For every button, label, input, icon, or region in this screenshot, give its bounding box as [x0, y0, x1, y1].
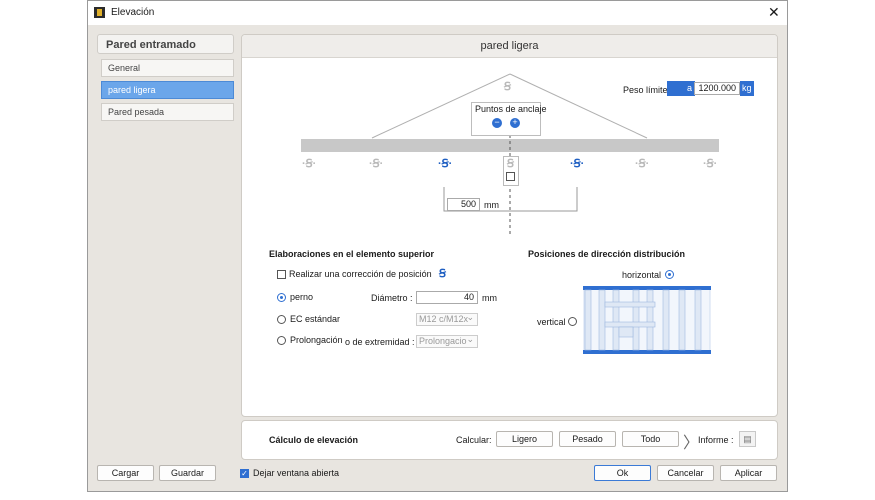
anchor-points-label: Puntos de anclaje [475, 104, 547, 114]
direction-section-title: Posiciones de dirección distribución [528, 249, 686, 259]
main-panel-title: pared ligera [480, 40, 539, 52]
upper-section-title: Elaboraciones en el elemento superior [269, 249, 435, 259]
ec-standard-select[interactable]: M12 c/M12x [416, 313, 478, 326]
spacing-input[interactable]: 500 [447, 198, 480, 211]
hook-icon[interactable]: ·Ꞩ· [703, 157, 717, 170]
main-panel: pared ligera Peso límite a 1200.000 kg Ꞩ… [241, 34, 778, 417]
cancel-button[interactable]: Cancelar [657, 465, 714, 481]
apply-button[interactable]: Aplicar [720, 465, 777, 481]
sidebar-item-label: pared ligera [108, 85, 156, 95]
ec-standard-label: EC estándar [290, 314, 341, 324]
wall-beam [301, 139, 719, 152]
horizontal-label: horizontal [622, 270, 662, 280]
window-title: Elevación [111, 7, 155, 18]
sidebar-item-label: Pared pesada [108, 107, 165, 117]
end-type-select[interactable]: Prolongacio [416, 335, 478, 348]
app-icon [94, 7, 105, 18]
hook-icon[interactable]: ·Ꞩ· [570, 157, 584, 170]
calculate-label: Calcular: [456, 435, 492, 445]
prolongation-label: Prolongación [290, 335, 343, 345]
sidebar-item-general[interactable]: General [101, 59, 234, 77]
horizontal-radio[interactable] [665, 270, 674, 279]
ok-button[interactable]: Ok [594, 465, 651, 481]
title-bar: Elevación ✕ [88, 1, 787, 25]
perno-radio[interactable] [277, 293, 286, 302]
save-button[interactable]: Guardar [159, 465, 216, 481]
report-label: Informe : [698, 435, 734, 445]
keep-open-checkbox[interactable]: ✓ [240, 469, 249, 478]
calculation-panel: Cálculo de elevación Calcular: Ligero Pe… [241, 420, 778, 460]
sidebar-item-pared-pesada[interactable]: Pared pesada [101, 103, 234, 121]
keep-open-label: Dejar ventana abierta [253, 468, 340, 478]
prolongation-radio[interactable] [277, 336, 286, 345]
hook-icon[interactable]: ·Ꞩ· [438, 157, 452, 170]
sidebar-item-pared-ligera[interactable]: pared ligera [101, 81, 234, 99]
calculation-title: Cálculo de elevación [269, 435, 359, 445]
ec-standard-radio[interactable] [277, 315, 286, 324]
minus-icon[interactable]: − [492, 118, 502, 128]
correction-checkbox[interactable] [277, 270, 286, 279]
end-type-label: o de extremidad : [345, 337, 415, 347]
spacing-unit: mm [484, 200, 499, 210]
hook-icon[interactable]: ·Ꞩ· [302, 157, 316, 170]
vertical-label: vertical [537, 317, 566, 327]
perno-label: perno [290, 292, 314, 302]
wall-frame-illustration [583, 286, 711, 354]
all-button[interactable]: Todo [622, 431, 679, 447]
crane-hook-icon: Ꞩ [439, 268, 446, 280]
diameter-unit: mm [482, 293, 497, 303]
center-hook-box: Ꞩ [503, 156, 519, 186]
anchor-points-box: Puntos de anclaje − + [471, 102, 547, 136]
hook-icon: Ꞩ [507, 158, 514, 170]
diameter-input[interactable]: 40 [416, 291, 478, 304]
center-hook-checkbox[interactable] [506, 172, 515, 181]
vertical-radio[interactable] [568, 317, 577, 326]
plus-icon[interactable]: + [510, 118, 520, 128]
dialog-window: Elevación ✕ Pared entramado General pare… [87, 0, 788, 492]
sidebar-heading: Pared entramado [97, 34, 234, 54]
sidebar-item-label: General [108, 63, 141, 73]
correction-label: Realizar una corrección de posición [289, 269, 432, 279]
hook-icon[interactable]: ·Ꞩ· [369, 157, 383, 170]
diameter-label: Diámetro : [371, 293, 413, 303]
main-panel-header: pared ligera [242, 35, 777, 58]
heavy-button[interactable]: Pesado [559, 431, 616, 447]
crane-hook-icon: Ꞩ [504, 81, 511, 93]
chevron-right-icon: 〉 [683, 435, 700, 452]
load-button[interactable]: Cargar [97, 465, 154, 481]
report-icon[interactable]: ▤ [739, 431, 756, 447]
hook-icon[interactable]: ·Ꞩ· [635, 157, 649, 170]
light-button[interactable]: Ligero [496, 431, 553, 447]
close-icon[interactable]: ✕ [768, 4, 780, 21]
sidebar-heading-label: Pared entramado [106, 39, 196, 51]
